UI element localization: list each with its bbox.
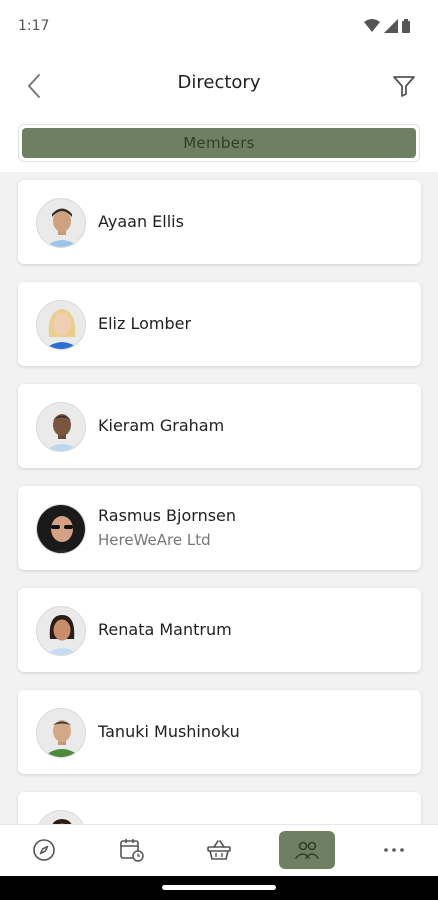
nav-directory[interactable] <box>279 831 335 869</box>
member-name: Eliz Lomber <box>98 314 192 333</box>
page-title: Directory <box>177 72 261 93</box>
member-name: Rasmus Bjornsen <box>98 506 237 525</box>
member-name: Kieram Graham <box>98 416 225 435</box>
avatar <box>36 198 86 248</box>
member-name: Ayaan Ellis <box>98 212 184 231</box>
member-card[interactable]: Kieram Graham <box>18 384 421 468</box>
member-card[interactable]: Eliz Lomber <box>18 282 421 366</box>
filter-icon <box>393 76 415 97</box>
signal-icon <box>384 18 398 37</box>
calendar-clock-icon <box>120 839 144 862</box>
member-card[interactable]: Rasmus Bjornsen HereWeAre Ltd <box>18 486 421 570</box>
nav-more[interactable] <box>366 831 422 869</box>
member-name: Tanuki Mushinoku <box>98 722 240 741</box>
nav-schedule[interactable] <box>104 831 160 869</box>
avatar <box>36 402 86 452</box>
battery-icon <box>402 18 410 37</box>
avatar <box>36 504 86 554</box>
avatar <box>36 300 86 350</box>
status-icons <box>364 18 410 37</box>
segment-control: Members <box>18 124 420 162</box>
home-indicator[interactable] <box>162 885 276 890</box>
app-header: Directory <box>0 52 438 118</box>
more-icon <box>384 848 404 852</box>
people-icon <box>295 841 319 859</box>
filter-button[interactable] <box>388 70 420 102</box>
basket-icon <box>207 840 231 860</box>
status-time: 1:17 <box>18 18 50 34</box>
segment-bar: Members <box>0 118 438 172</box>
member-card[interactable] <box>18 792 421 824</box>
nav-explore[interactable] <box>16 831 72 869</box>
nav-shop[interactable] <box>191 831 247 869</box>
compass-icon <box>33 839 55 861</box>
avatar <box>36 810 86 824</box>
member-list[interactable]: Ayaan Ellis Eliz Lomber Kieram Graham Ra… <box>0 172 438 824</box>
status-bar: 1:17 <box>0 0 438 52</box>
member-company: HereWeAre Ltd <box>98 531 211 549</box>
member-card[interactable]: Renata Mantrum <box>18 588 421 672</box>
system-nav-bar <box>0 876 438 900</box>
member-card[interactable]: Ayaan Ellis <box>18 180 421 264</box>
member-name: Renata Mantrum <box>98 620 232 639</box>
member-card[interactable]: Tanuki Mushinoku <box>18 690 421 774</box>
avatar <box>36 606 86 656</box>
members-tab[interactable]: Members <box>22 128 416 158</box>
avatar <box>36 708 86 758</box>
bottom-nav <box>0 824 438 876</box>
wifi-icon <box>364 18 380 37</box>
